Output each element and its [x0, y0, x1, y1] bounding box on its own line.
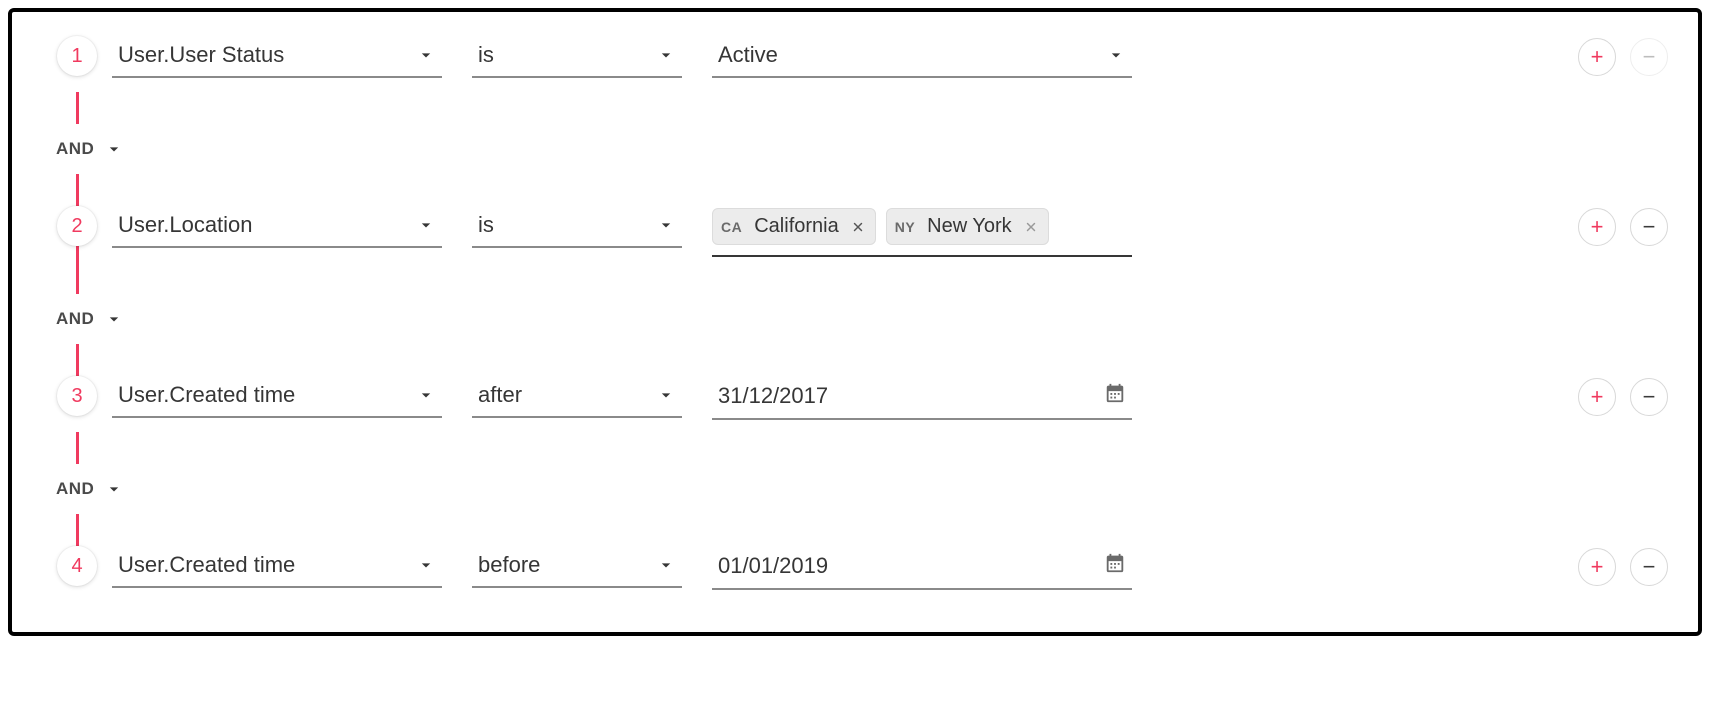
- calendar-icon: [1104, 382, 1126, 410]
- field-select[interactable]: User.User Status: [112, 38, 442, 78]
- filter-row: 3 User.Created time after 31/12/2017: [42, 376, 1668, 432]
- filter-builder-panel: 1 User.User Status is Active: [8, 8, 1702, 636]
- remove-tag-button[interactable]: [851, 220, 865, 234]
- value-select-label: Active: [718, 42, 778, 68]
- operator-select-label: before: [478, 552, 540, 578]
- chevron-down-icon: [416, 385, 436, 405]
- tag-label: New York: [927, 215, 1012, 238]
- value-tags-input[interactable]: CA California NY New York: [712, 208, 1132, 257]
- date-value: 01/01/2019: [718, 553, 828, 579]
- row-number-badge: 3: [57, 376, 97, 416]
- add-row-button[interactable]: +: [1578, 378, 1616, 416]
- operator-select-label: is: [478, 42, 494, 68]
- operator-select[interactable]: is: [472, 38, 682, 78]
- chevron-down-icon: [416, 45, 436, 65]
- operator-select-label: after: [478, 382, 522, 408]
- connector-label: AND: [56, 309, 94, 329]
- row-number-badge: 4: [57, 546, 97, 586]
- chevron-down-icon: [104, 309, 124, 329]
- remove-row-button[interactable]: −: [1630, 208, 1668, 246]
- tag-code: CA: [721, 219, 742, 235]
- chevron-down-icon: [1106, 45, 1126, 65]
- chevron-down-icon: [104, 139, 124, 159]
- date-input[interactable]: 31/12/2017: [712, 378, 1132, 420]
- chevron-down-icon: [656, 215, 676, 235]
- connector-label: AND: [56, 479, 94, 499]
- field-select[interactable]: User.Location: [112, 208, 442, 248]
- chevron-down-icon: [656, 555, 676, 575]
- remove-row-button[interactable]: −: [1630, 378, 1668, 416]
- field-select-label: User.User Status: [118, 42, 284, 68]
- date-value: 31/12/2017: [718, 383, 828, 409]
- row-number-badge: 2: [57, 206, 97, 246]
- chevron-down-icon: [656, 385, 676, 405]
- filter-row: 2 User.Location is CA California: [42, 206, 1668, 262]
- add-row-button[interactable]: +: [1578, 548, 1616, 586]
- connector-select[interactable]: AND: [56, 139, 124, 159]
- value-tag: NY New York: [886, 208, 1049, 245]
- row-number-badge: 1: [57, 36, 97, 76]
- operator-select-label: is: [478, 212, 494, 238]
- date-input[interactable]: 01/01/2019: [712, 548, 1132, 590]
- operator-select[interactable]: after: [472, 378, 682, 418]
- field-select-label: User.Created time: [118, 382, 295, 408]
- chevron-down-icon: [104, 479, 124, 499]
- connector-label: AND: [56, 139, 94, 159]
- operator-select[interactable]: is: [472, 208, 682, 248]
- remove-tag-button[interactable]: [1024, 220, 1038, 234]
- remove-row-button[interactable]: −: [1630, 38, 1668, 76]
- add-row-button[interactable]: +: [1578, 38, 1616, 76]
- value-select[interactable]: Active: [712, 38, 1132, 78]
- connector-select[interactable]: AND: [56, 309, 124, 329]
- value-tag: CA California: [712, 208, 876, 245]
- field-select[interactable]: User.Created time: [112, 548, 442, 588]
- add-row-button[interactable]: +: [1578, 208, 1616, 246]
- chevron-down-icon: [416, 555, 436, 575]
- filter-row: 1 User.User Status is Active: [42, 36, 1668, 92]
- tag-label: California: [754, 215, 838, 238]
- chevron-down-icon: [656, 45, 676, 65]
- chevron-down-icon: [416, 215, 436, 235]
- tag-code: NY: [895, 219, 915, 235]
- operator-select[interactable]: before: [472, 548, 682, 588]
- connector-select[interactable]: AND: [56, 479, 124, 499]
- filter-row: 4 User.Created time before 01/01/2019: [42, 546, 1668, 602]
- calendar-icon: [1104, 552, 1126, 580]
- field-select-label: User.Created time: [118, 552, 295, 578]
- field-select-label: User.Location: [118, 212, 253, 238]
- remove-row-button[interactable]: −: [1630, 548, 1668, 586]
- field-select[interactable]: User.Created time: [112, 378, 442, 418]
